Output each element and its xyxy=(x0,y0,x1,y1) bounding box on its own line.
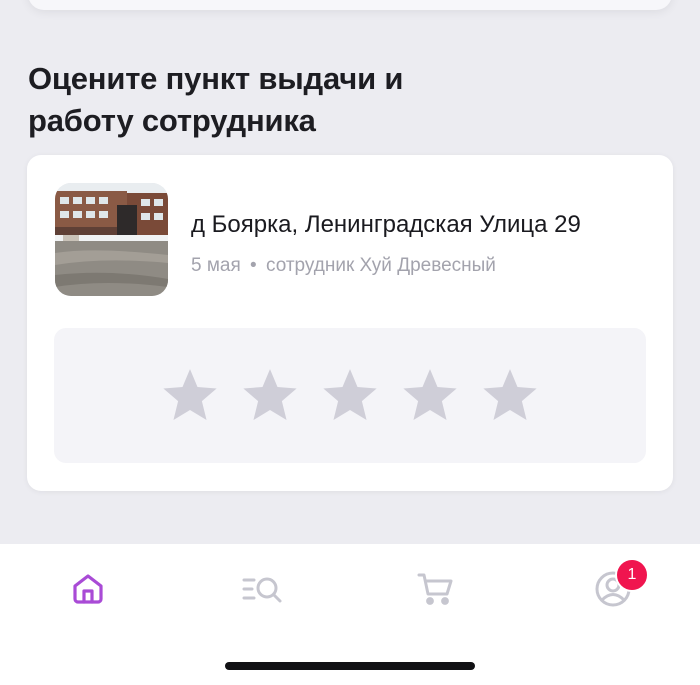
catalog-search-icon xyxy=(242,577,282,603)
section-title-line-1: Оцените пункт выдачи и xyxy=(28,61,404,96)
star-rating xyxy=(54,328,646,463)
bottom-tab-bar: 1 xyxy=(0,544,700,685)
employee-name: сотрудник Хуй Древесный xyxy=(265,255,496,276)
section-title-line-2: работу сотрудника xyxy=(28,103,316,138)
star-3-icon[interactable] xyxy=(319,365,381,427)
tab-home[interactable] xyxy=(60,566,116,612)
review-card: д Боярка, Ленинградская Улица 29 5 мая •… xyxy=(27,155,673,491)
tab-profile[interactable]: 1 xyxy=(585,558,649,612)
meta-separator: • xyxy=(250,255,257,276)
cart-icon xyxy=(417,573,453,605)
home-icon xyxy=(73,574,103,604)
tab-cart[interactable] xyxy=(408,566,464,612)
star-5-icon[interactable] xyxy=(479,365,541,427)
previous-card xyxy=(28,0,672,10)
tab-catalog[interactable] xyxy=(235,566,291,612)
review-date: 5 мая xyxy=(191,255,241,276)
review-meta: 5 мая • сотрудник Хуй Древесный xyxy=(191,255,496,277)
pickup-point-photo xyxy=(55,183,168,296)
section-title: Оцените пункт выдачи и работу сотрудника xyxy=(28,58,628,142)
pickup-address: д Боярка, Ленинградская Улица 29 xyxy=(191,211,581,238)
star-1-icon[interactable] xyxy=(159,365,221,427)
star-2-icon[interactable] xyxy=(239,365,301,427)
star-4-icon[interactable] xyxy=(399,365,461,427)
home-indicator xyxy=(225,662,475,670)
notification-badge: 1 xyxy=(615,558,649,592)
